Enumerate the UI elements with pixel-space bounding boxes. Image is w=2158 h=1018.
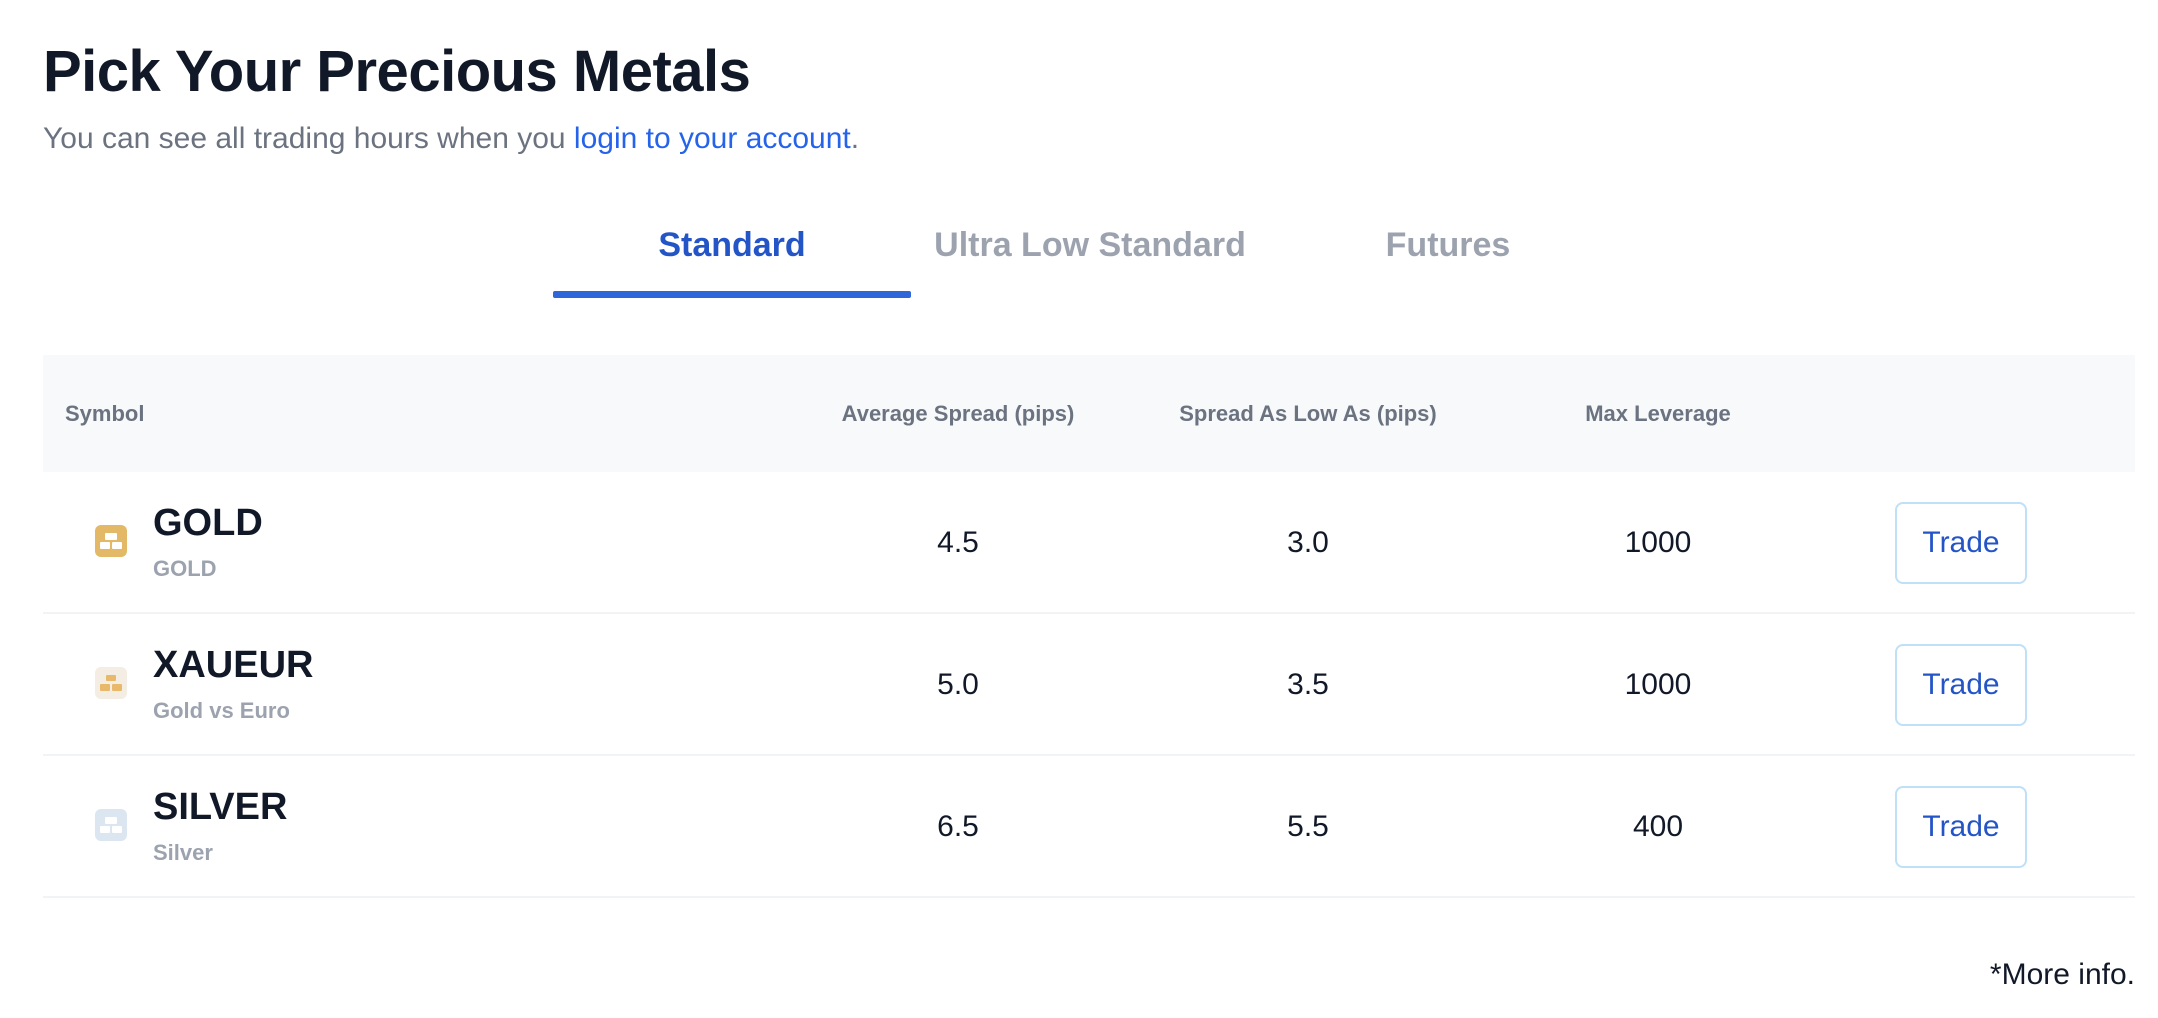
- symbol-name: XAUEUR: [153, 644, 314, 686]
- trade-button-gold[interactable]: Trade: [1895, 502, 2027, 584]
- symbol-name: GOLD: [153, 502, 263, 544]
- trade-button-xaueur[interactable]: Trade: [1895, 644, 2027, 726]
- symbol-name: SILVER: [153, 786, 288, 828]
- account-type-tabs: Standard Ultra Low Standard Futures: [0, 220, 2158, 298]
- trade-button-silver[interactable]: Trade: [1895, 786, 2027, 868]
- tab-ultra-low-standard[interactable]: Ultra Low Standard: [911, 220, 1269, 298]
- page-title: Pick Your Precious Metals: [43, 39, 751, 104]
- silver-bars-icon: [95, 809, 127, 841]
- table-header: Symbol Average Spread (pips) Spread As L…: [43, 355, 2135, 472]
- table-row: GOLD GOLD 4.5 3.0 1000 Trade: [43, 472, 2135, 614]
- max-leverage-value: 1000: [1624, 526, 1692, 559]
- gold-bars-icon: [95, 525, 127, 557]
- gold-euro-bars-icon: [95, 667, 127, 699]
- tab-futures[interactable]: Futures: [1269, 220, 1627, 298]
- login-link[interactable]: login to your account: [574, 122, 851, 155]
- table-row: SILVER Silver 6.5 5.5 400 Trade: [43, 756, 2135, 898]
- symbol-description: Gold vs Euro: [153, 698, 290, 723]
- column-header-symbol: Symbol: [65, 401, 145, 426]
- max-leverage-value: 1000: [1624, 668, 1692, 701]
- subtitle-text: You can see all trading hours when you: [43, 122, 574, 155]
- metals-table: Symbol Average Spread (pips) Spread As L…: [43, 355, 2135, 898]
- symbol-description: Silver: [153, 840, 213, 865]
- page-subtitle: You can see all trading hours when you l…: [43, 122, 859, 156]
- more-info-note: *More info.: [1989, 958, 2135, 991]
- page: Pick Your Precious Metals You can see al…: [0, 0, 2158, 1018]
- active-tab-indicator: [553, 291, 911, 298]
- column-header-max-leverage: Max Leverage: [1585, 401, 1731, 426]
- symbol-description: GOLD: [153, 556, 217, 581]
- tab-standard[interactable]: Standard: [553, 220, 911, 298]
- subtitle-period: .: [850, 122, 860, 155]
- table-row: XAUEUR Gold vs Euro 5.0 3.5 1000 Trade: [43, 614, 2135, 756]
- max-leverage-value: 400: [1632, 810, 1684, 843]
